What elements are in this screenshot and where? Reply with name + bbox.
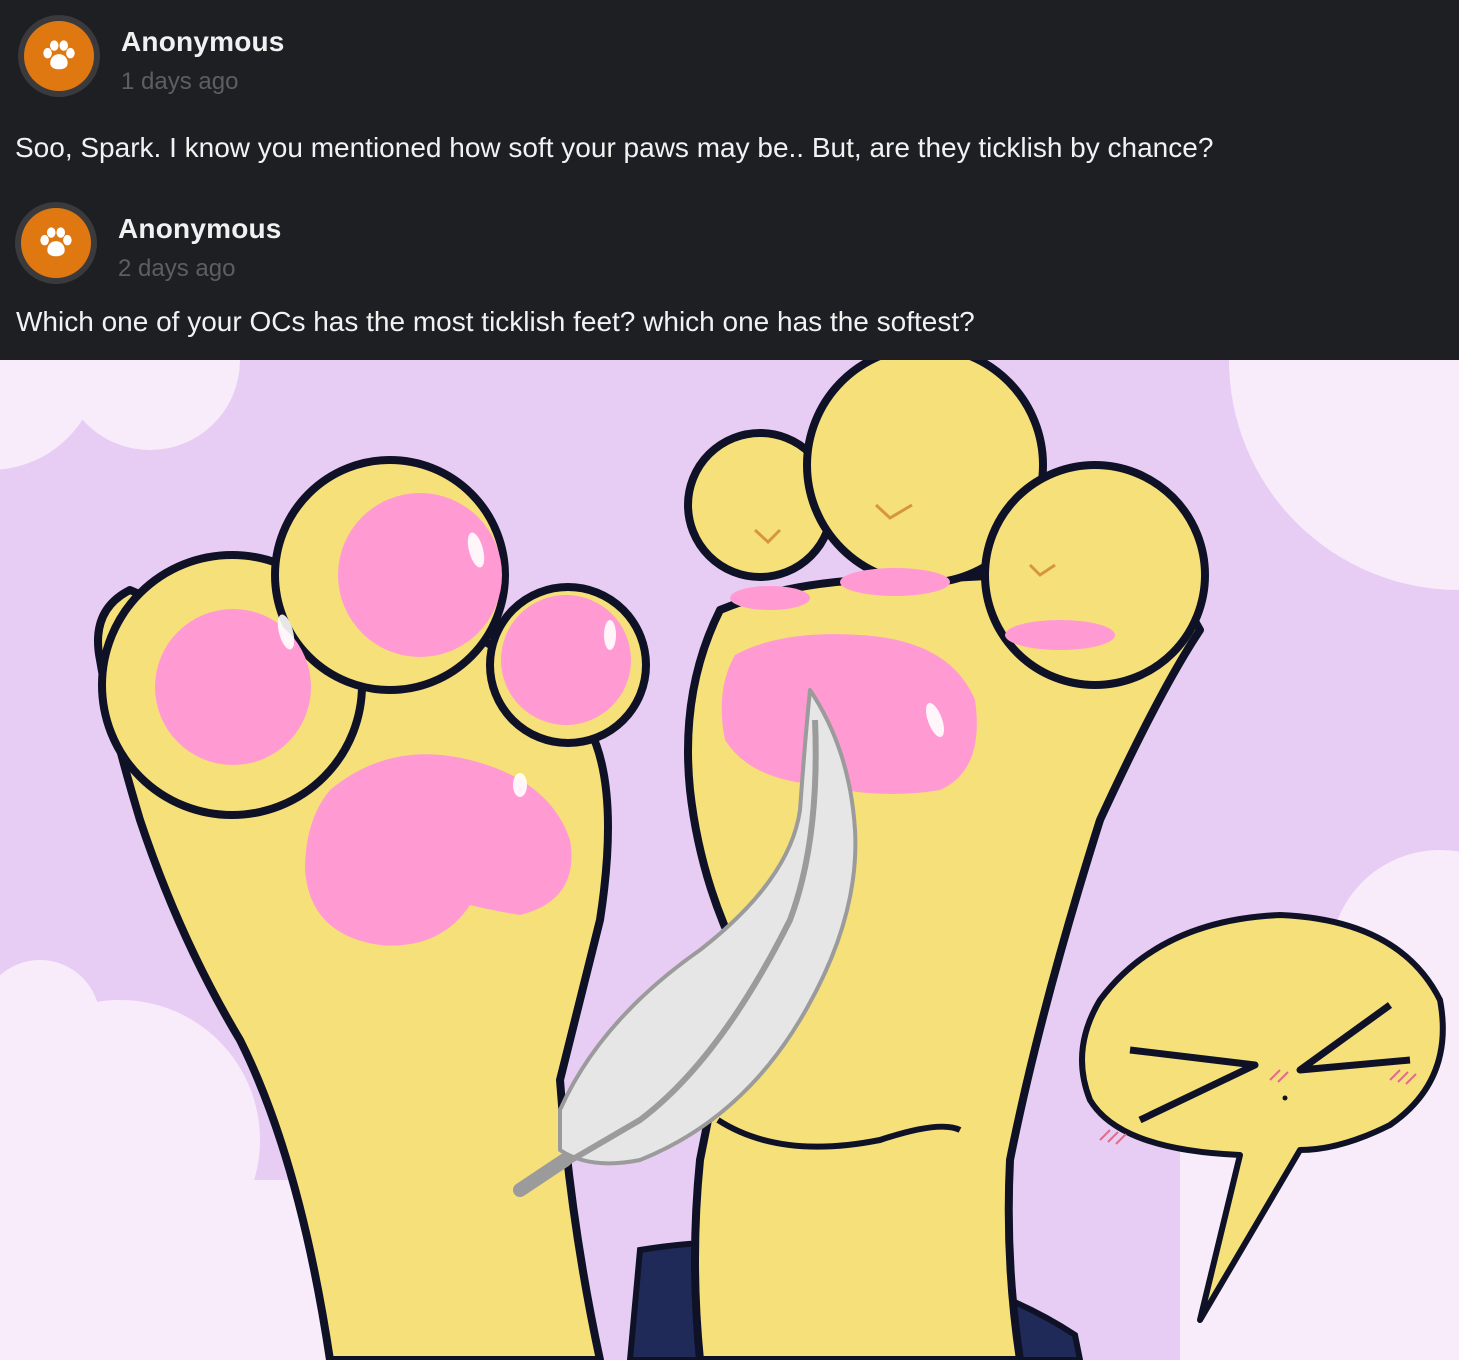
paw-icon bbox=[43, 40, 75, 70]
paw-icon bbox=[40, 227, 72, 257]
author-name[interactable]: Anonymous bbox=[121, 26, 285, 58]
comment-text: Which one of your OCs has the most tickl… bbox=[16, 306, 975, 337]
avatar[interactable] bbox=[15, 202, 97, 284]
avatar[interactable] bbox=[18, 15, 100, 97]
comment-feed: Anonymous 1 days ago Soo, Spark. I know … bbox=[0, 0, 1459, 360]
right-paw bbox=[684, 360, 1209, 1360]
author-name[interactable]: Anonymous bbox=[118, 213, 282, 245]
paw-feather-artwork bbox=[0, 360, 1459, 1360]
attached-illustration bbox=[0, 360, 1459, 1360]
timestamp: 2 days ago bbox=[118, 255, 236, 282]
timestamp: 1 days ago bbox=[121, 68, 239, 95]
comment-text: Soo, Spark. I know you mentioned how sof… bbox=[15, 132, 1214, 163]
